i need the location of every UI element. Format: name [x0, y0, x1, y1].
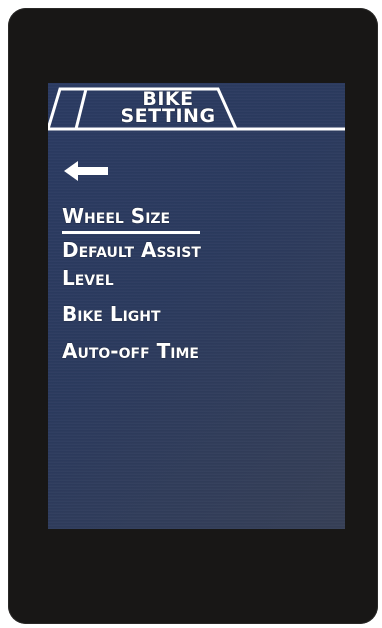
- menu-item-auto-off-time[interactable]: Auto-off Time: [62, 338, 199, 364]
- page-title: BIKE SETTING: [104, 90, 232, 127]
- page-title-line-2: SETTING: [120, 105, 216, 127]
- menu-item-wheel-size[interactable]: Wheel Size: [62, 203, 170, 229]
- display-screen: BIKE SETTING Wheel Size Default Assist L…: [48, 83, 345, 529]
- selection-underline: [62, 231, 200, 234]
- back-arrow-icon[interactable]: [62, 159, 112, 183]
- menu-item-default-assist-level[interactable]: Default Assist: [62, 237, 201, 263]
- menu-item-default-assist-level-line-2[interactable]: Level: [62, 265, 114, 291]
- menu-item-bike-light[interactable]: Bike Light: [62, 301, 161, 327]
- tab-slant-left: [48, 87, 88, 130]
